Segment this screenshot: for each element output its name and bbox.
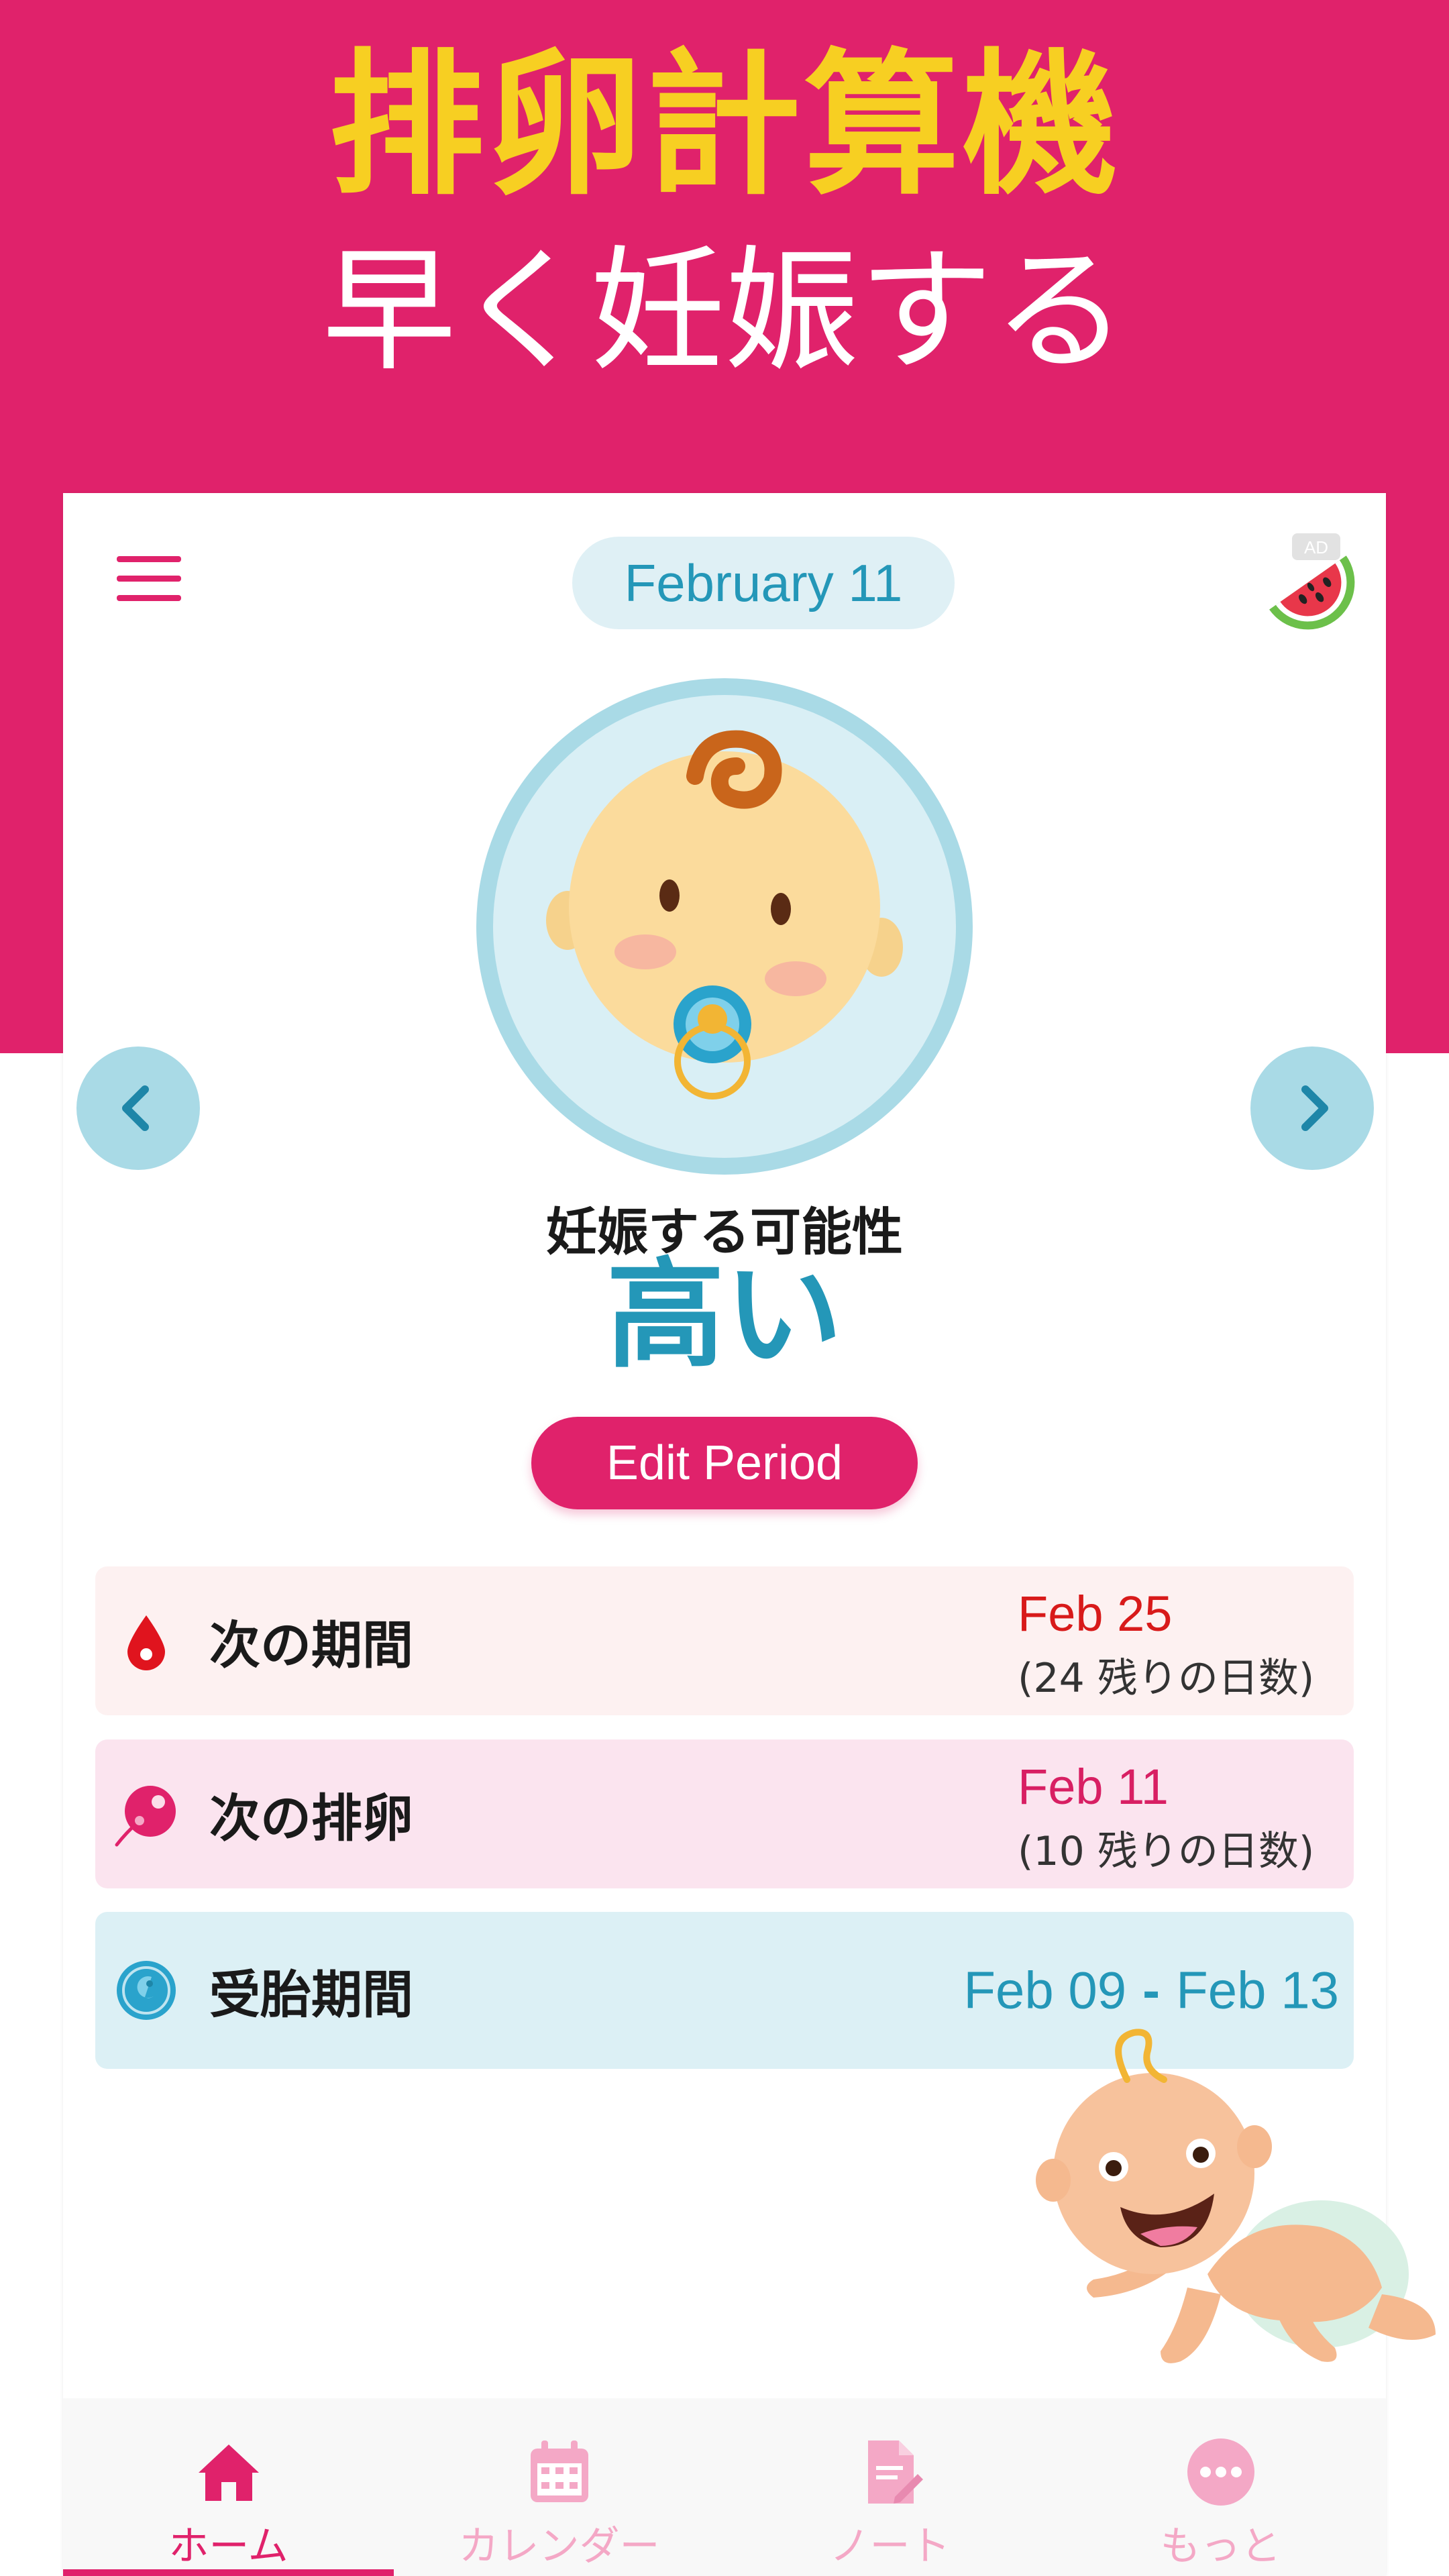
edit-period-button[interactable]: Edit Period — [531, 1417, 918, 1509]
fertile-window-label: 受胎期間 — [209, 1965, 413, 2025]
next-period-card[interactable]: 次の期間 Feb 25 (24 残りの日数) — [95, 1566, 1354, 1715]
next-ovulation-card[interactable]: 次の排卵 Feb 11 (10 残りの日数) — [95, 1739, 1354, 1888]
promo-subtitle: 早く妊娠する — [321, 233, 1127, 390]
current-date[interactable]: February 11 — [572, 537, 955, 629]
tab-notes[interactable]: ノート — [724, 2398, 1055, 2576]
fertile-window-end: Feb 13 — [1176, 1960, 1339, 2020]
embryo-icon — [117, 1961, 176, 2020]
crawling-baby-illustration — [1006, 2012, 1449, 2388]
home-icon — [198, 2445, 259, 2501]
chevron-right-icon — [1301, 1085, 1328, 1131]
next-ovulation-days-left: (10 残りの日数) — [1018, 1828, 1315, 1875]
baby-face-illustration — [474, 676, 975, 1177]
note-icon — [867, 2440, 923, 2504]
tab-more-label: もっと — [1160, 2523, 1281, 2570]
next-period-days-left: (24 残りの日数) — [1018, 1655, 1315, 1702]
active-tab-indicator — [63, 2569, 394, 2576]
menu-button[interactable] — [117, 553, 181, 604]
tab-more[interactable]: もっと — [1055, 2398, 1386, 2576]
watermelon-ad-icon[interactable]: AD — [1257, 533, 1364, 641]
calendar-icon — [530, 2440, 588, 2502]
next-ovulation-label: 次の排卵 — [209, 1788, 413, 1848]
promo-title: 排卵計算機 — [328, 35, 1120, 216]
blood-drop-icon — [127, 1615, 165, 1670]
next-day-button[interactable] — [1250, 1046, 1374, 1170]
fertile-window-separator: - — [1142, 1960, 1161, 2020]
pregnancy-chance-value: 高い — [606, 1246, 843, 1384]
tab-home[interactable]: ホーム — [63, 2398, 394, 2576]
next-ovulation-date: Feb 11 — [1018, 1759, 1169, 1815]
fertile-window-range: Feb 09 - Feb 13 — [963, 1960, 1339, 2021]
ad-label: AD — [1304, 537, 1328, 557]
chevron-left-icon — [122, 1085, 149, 1131]
previous-day-button[interactable] — [76, 1046, 200, 1170]
tab-calendar-label: カレンダー — [458, 2523, 660, 2570]
tab-home-label: ホーム — [168, 2523, 288, 2570]
fertile-window-start: Feb 09 — [963, 1960, 1127, 2020]
tab-calendar[interactable]: カレンダー — [394, 2398, 724, 2576]
menu-icon-bar — [117, 595, 181, 601]
bottom-tab-bar: ホーム カレンダー ノート もっと — [63, 2398, 1386, 2576]
tab-notes-label: ノート — [829, 2523, 951, 2570]
egg-cell-icon — [115, 1786, 176, 1847]
menu-icon-bar — [117, 576, 181, 582]
next-period-date: Feb 25 — [1018, 1586, 1173, 1642]
menu-icon-bar — [117, 556, 181, 562]
next-period-label: 次の期間 — [209, 1615, 413, 1675]
more-icon — [1187, 2438, 1254, 2506]
